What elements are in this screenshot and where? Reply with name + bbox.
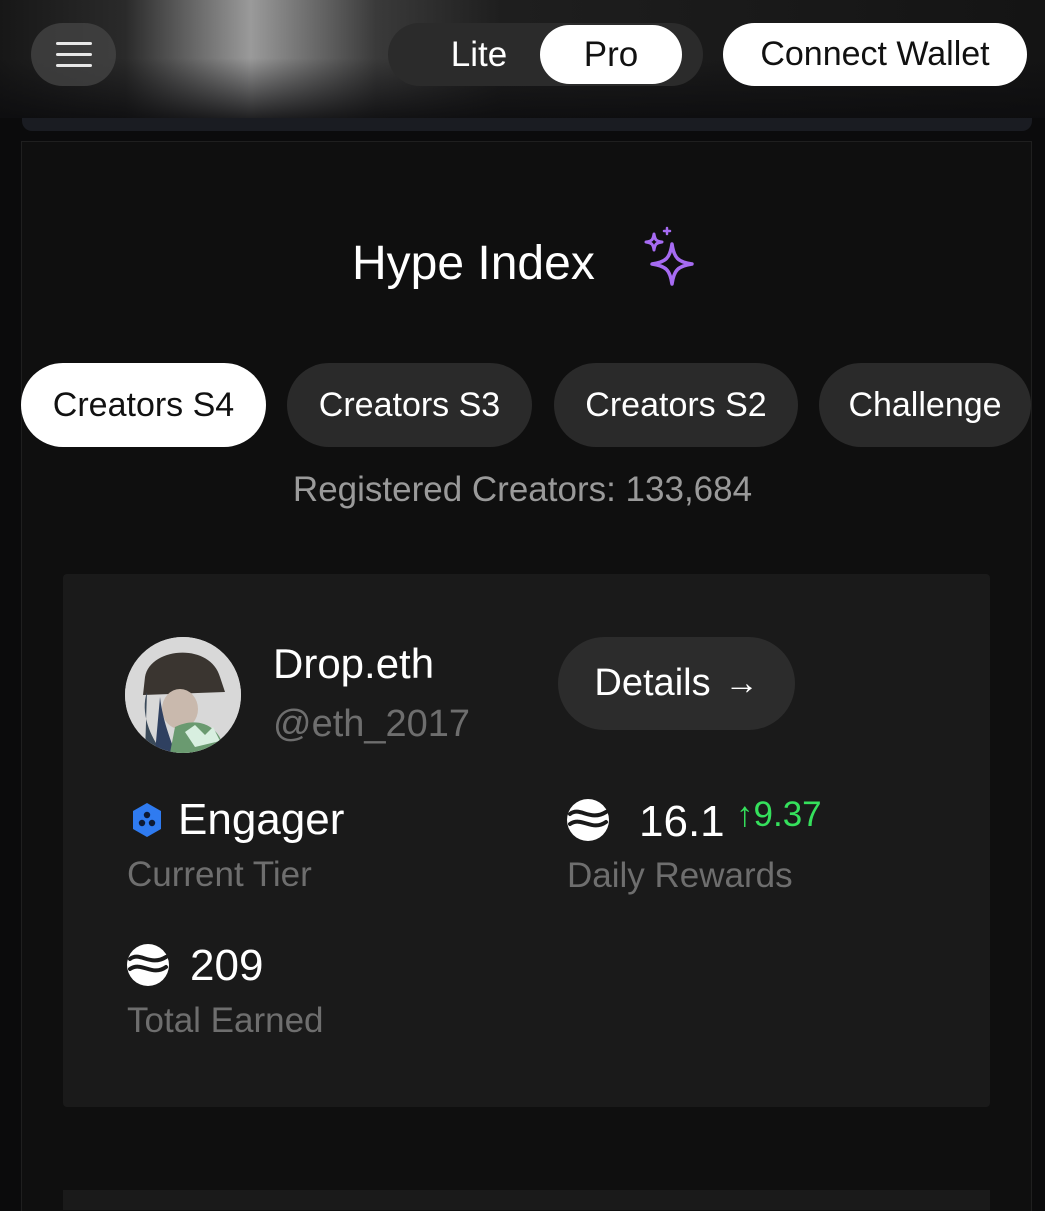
arrow-right-icon: → [724, 664, 759, 702]
tier-label: Current Tier [127, 855, 312, 894]
page-title: Hype Index [352, 237, 595, 290]
connect-wallet-button[interactable]: Connect Wallet [723, 23, 1027, 86]
tier-name: Engager [178, 795, 345, 844]
total-earned-label: Total Earned [127, 1001, 324, 1040]
header-strip [22, 118, 1032, 131]
total-earned-value: 209 [190, 941, 264, 990]
mode-toggle[interactable]: Lite Pro [388, 23, 703, 86]
sparkles-icon [644, 226, 694, 286]
details-label: Details [594, 662, 711, 704]
tab-creators-s2[interactable]: Creators S2 [554, 363, 798, 447]
mode-pro-option[interactable]: Pro [540, 25, 682, 84]
registered-creators-count: Registered Creators: 133,684 [292, 470, 753, 509]
avatar[interactable] [125, 637, 241, 753]
tab-creators-s3[interactable]: Creators S3 [287, 363, 532, 447]
daily-rewards-delta: ↑9.37 [736, 795, 822, 835]
next-card [63, 1190, 990, 1210]
daily-rewards-label: Daily Rewards [567, 856, 793, 895]
menu-button[interactable] [31, 23, 116, 86]
hexagon-tier-icon [133, 803, 161, 837]
avatar-image [125, 637, 241, 753]
daily-rewards-value: 16.1 [639, 797, 725, 846]
mode-lite-option[interactable]: Lite [418, 23, 540, 86]
details-button[interactable]: Details → [558, 637, 795, 730]
daily-delta-value: 9.37 [753, 795, 822, 834]
tab-creators-s4[interactable]: Creators S4 [21, 363, 266, 447]
token-coin-icon [127, 944, 169, 986]
season-tabs: Creators S4 Creators S3 Creators S2 Chal… [21, 363, 1045, 447]
arrow-up-icon: ↑ [736, 795, 754, 834]
creator-name: Drop.eth [273, 640, 435, 687]
creator-handle: @eth_2017 [273, 703, 471, 745]
hamburger-icon [55, 41, 92, 68]
token-coin-icon [567, 799, 609, 841]
tab-challenge[interactable]: Challenge [819, 363, 1031, 447]
